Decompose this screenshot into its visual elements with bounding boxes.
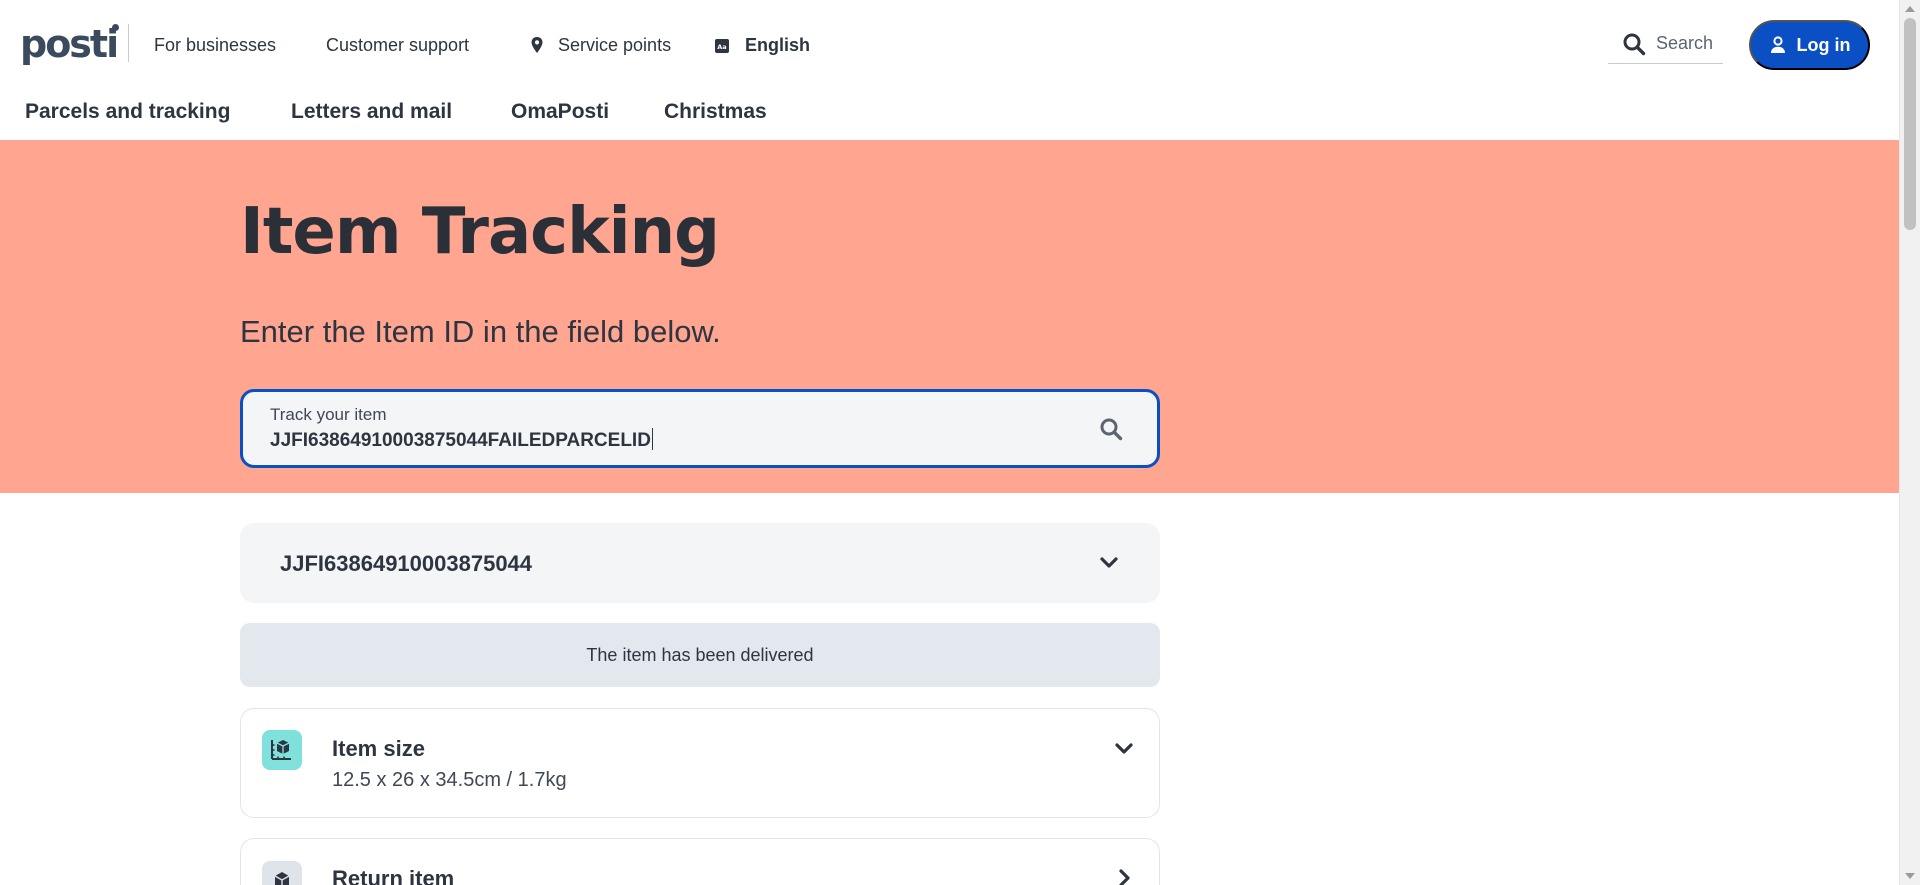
posti-logo[interactable]: posti (20, 22, 120, 66)
return-item-title: Return item (332, 866, 455, 885)
nav-letters-and-mail[interactable]: Letters and mail (291, 100, 452, 124)
tracking-result-header[interactable]: JJFI63864910003875044 (240, 523, 1160, 603)
tracking-input-label: Track your item (270, 405, 387, 424)
header-search[interactable]: Search (1608, 28, 1723, 64)
nav-omaposti[interactable]: OmaPosti (511, 100, 609, 124)
chevron-down-icon[interactable] (1113, 737, 1135, 759)
chevron-down-icon[interactable] (1098, 551, 1120, 573)
delivery-status-text: The item has been delivered (586, 644, 814, 665)
search-label: Search (1656, 33, 1714, 53)
scroll-up-arrow[interactable] (1905, 6, 1915, 12)
nav-parcels-and-tracking[interactable]: Parcels and tracking (25, 100, 230, 124)
service-points-label: Service points (558, 35, 672, 55)
language-icon: Aa (715, 39, 729, 53)
language-selector[interactable]: Aa English (714, 34, 810, 56)
tracking-input[interactable]: Track your item JJFI63864910003875044FAI… (240, 389, 1160, 468)
nav-christmas[interactable]: Christmas (664, 100, 767, 124)
page-subtitle: Enter the Item ID in the field below. (240, 314, 721, 349)
item-id: JJFI63864910003875044 (280, 551, 533, 576)
page-scrollbar[interactable] (1899, 0, 1920, 885)
main-navigation: Parcels and tracking Letters and mail Om… (0, 90, 1899, 140)
user-icon (1770, 36, 1785, 53)
item-size-value: 12.5 x 26 x 34.5cm / 1.7kg (332, 769, 567, 791)
item-size-title: Item size (332, 736, 425, 761)
tracking-search-icon[interactable] (1099, 417, 1123, 441)
language-label: English (745, 35, 811, 55)
page-title: Item Tracking (240, 195, 720, 269)
return-box-icon (262, 861, 302, 885)
scroll-down-arrow[interactable] (1905, 873, 1915, 879)
item-size-card[interactable]: Item size 12.5 x 26 x 34.5cm / 1.7kg (240, 708, 1160, 818)
tracking-input-value[interactable]: JJFI63864910003875044FAILEDPARCELID (270, 428, 653, 452)
box-measure-icon (262, 730, 302, 770)
location-pin-icon (531, 37, 543, 53)
search-icon (1623, 33, 1646, 56)
login-label: Log in (1796, 34, 1851, 55)
logo-text: posti (20, 22, 119, 66)
login-button[interactable]: Log in (1749, 20, 1870, 70)
chevron-right-icon[interactable] (1113, 867, 1135, 885)
scroll-thumb[interactable] (1904, 18, 1916, 230)
return-item-card[interactable]: Return item (240, 838, 1160, 885)
service-points-link[interactable]: Service points (529, 34, 671, 56)
logo-divider (128, 24, 129, 62)
svg-text:Aa: Aa (717, 43, 726, 51)
customer-support-link[interactable]: Customer support (326, 34, 469, 56)
logo-dot (112, 24, 120, 31)
delivery-status: The item has been delivered (240, 623, 1160, 687)
for-businesses-link[interactable]: For businesses (154, 34, 276, 56)
tracking-hero: Item Tracking Enter the Item ID in the f… (0, 140, 1899, 493)
top-utility-bar: posti For businesses Customer support Se… (0, 0, 1899, 90)
